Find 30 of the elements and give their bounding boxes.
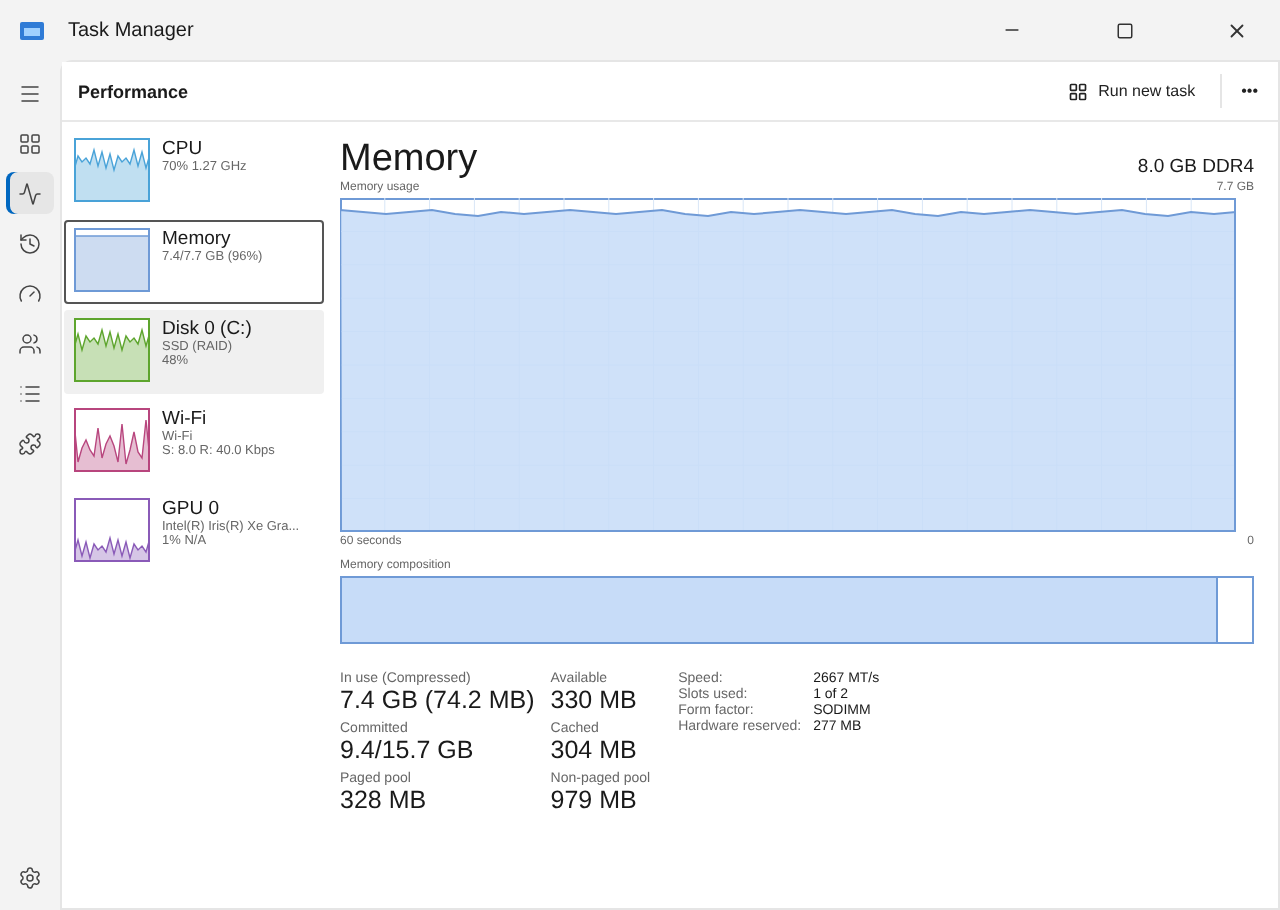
stat-value: 304 MB bbox=[550, 736, 639, 764]
puzzle-icon bbox=[18, 431, 42, 455]
device-name: Wi-Fi bbox=[162, 408, 209, 430]
device-name: Memory bbox=[162, 228, 233, 250]
settings-icon bbox=[18, 865, 42, 889]
stat-value: 328 MB bbox=[340, 786, 429, 814]
users-icon bbox=[18, 331, 42, 355]
history-icon bbox=[18, 231, 42, 255]
grid-icon bbox=[1068, 81, 1089, 101]
stat-value: 7.4 GB (74.2 MB) bbox=[340, 686, 535, 714]
stat-value: 9.4/15.7 GB bbox=[340, 736, 476, 764]
device-name: GPU 0 bbox=[162, 498, 222, 520]
stat-value: 979 MB bbox=[550, 786, 639, 814]
app-logo-icon bbox=[20, 21, 44, 39]
pulse-icon bbox=[18, 181, 42, 205]
page-title: Performance bbox=[78, 81, 191, 101]
run-new-task-button[interactable]: Run new task bbox=[1056, 73, 1208, 109]
stat-value: 330 MB bbox=[550, 686, 639, 714]
performance-nav-button[interactable] bbox=[6, 172, 54, 214]
more-button[interactable]: ••• bbox=[1219, 74, 1262, 108]
memory-spec: 8.0 GB DDR4 bbox=[1137, 156, 1254, 178]
maximize-icon bbox=[1115, 21, 1133, 39]
grid-icon bbox=[18, 131, 42, 155]
detail-title: Memory bbox=[340, 138, 478, 181]
window-title: Task Manager bbox=[68, 19, 196, 41]
gauge-icon bbox=[18, 281, 42, 305]
device-name: Disk 0 (C:) bbox=[162, 318, 252, 340]
close-icon bbox=[1225, 19, 1247, 41]
device-name: CPU bbox=[162, 138, 205, 160]
menu-icon bbox=[18, 81, 42, 105]
